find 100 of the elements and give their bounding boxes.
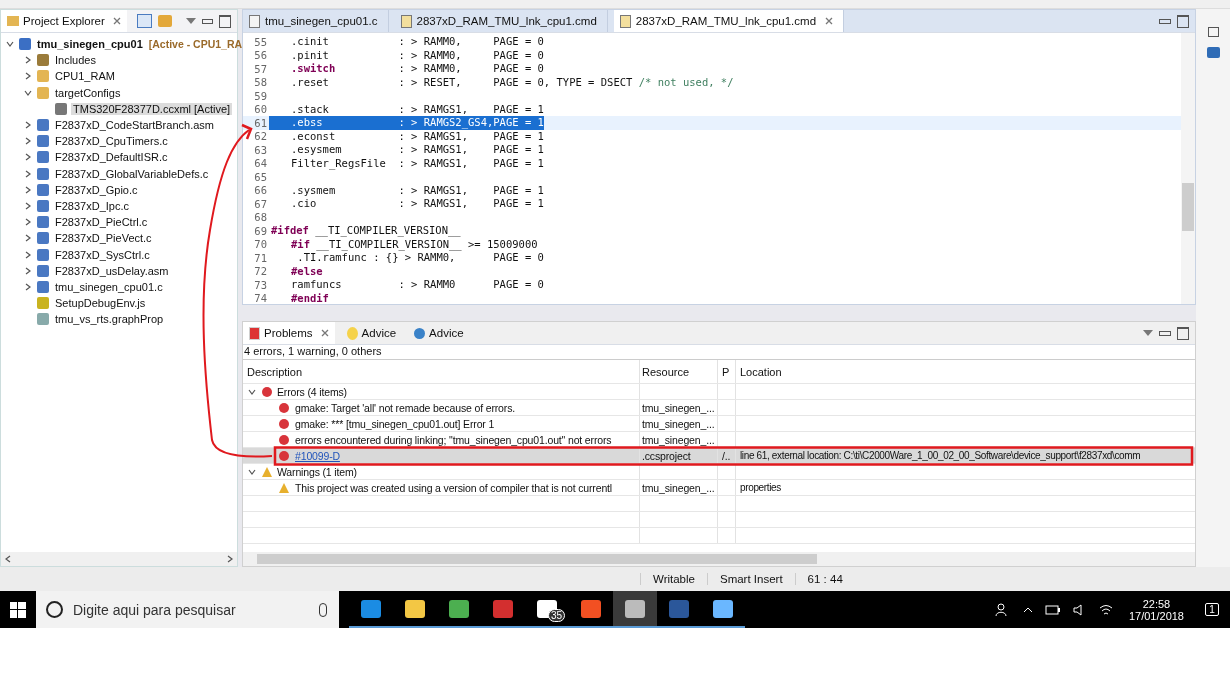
clock-date[interactable]: 17/01/2018 [1128, 609, 1184, 622]
close-icon[interactable] [112, 17, 121, 25]
code-line: .esysmem : > RAMGS1, PAGE = 1 [290, 143, 544, 157]
tree-item[interactable]: Includes [53, 54, 98, 67]
chevron-icon[interactable] [23, 56, 33, 65]
tree-item[interactable]: F2837xD_SysCtrl.c [53, 248, 152, 261]
warning-icon [262, 466, 272, 477]
chevron-icon[interactable] [23, 201, 33, 210]
error-icon [279, 418, 289, 429]
code-line: .switch : > RAMM0, PAGE = 0 [290, 62, 544, 76]
code-line: .sysmem : > RAMGS1, PAGE = 1 [290, 183, 544, 197]
status-field: 61 : 44 [794, 573, 855, 585]
chevron-icon[interactable] [23, 250, 33, 259]
close-icon[interactable] [825, 17, 834, 25]
error-icon [262, 386, 272, 397]
line-number: 58 [253, 76, 268, 89]
line-number: 56 [253, 49, 268, 62]
chevron-icon[interactable] [23, 153, 33, 162]
chevron-icon[interactable] [23, 185, 33, 194]
tree-item[interactable]: F2837xD_PieCtrl.c [53, 216, 150, 229]
tree-item[interactable]: tmu_sinegen_cpu01 [35, 38, 145, 51]
view-menu-icon[interactable] [185, 18, 196, 24]
code-line: .TI.ramfunc : {} > RAMM0, PAGE = 0 [296, 251, 544, 265]
tree-item[interactable]: F2837xD_Ipc.c [53, 199, 131, 212]
error-icon [279, 434, 289, 445]
view-tab[interactable]: Problems [243, 322, 335, 344]
column-header[interactable]: Resource [640, 360, 718, 383]
line-number: 72 [253, 265, 268, 278]
line-number: 71 [253, 251, 268, 264]
line-number: 65 [253, 170, 268, 183]
maximize-icon[interactable] [1177, 326, 1189, 340]
notification-button[interactable]: 1 [1194, 603, 1230, 616]
tree-item[interactable]: tmu_sinegen_cpu01.c [53, 280, 165, 293]
problem-link[interactable]: #10099-D [295, 449, 340, 462]
view-menu-icon[interactable] [1143, 330, 1153, 336]
chevron-icon[interactable] [247, 387, 257, 396]
chevron-icon[interactable] [23, 218, 33, 227]
code-line: .cio : > RAMGS1, PAGE = 1 [290, 197, 544, 211]
minimize-icon[interactable] [1159, 330, 1171, 336]
problem-resource: tmu_sinegen_... [642, 417, 715, 430]
status-field: Writable [640, 573, 707, 585]
clock-time[interactable]: 22:58 [1142, 597, 1171, 610]
problem-description: gmake: Target 'all' not remade because of errors. [295, 401, 515, 414]
tree-item[interactable]: SetupDebugEnv.js [53, 297, 148, 310]
vertical-scrollbar[interactable] [1181, 33, 1195, 304]
scroll-left-icon[interactable] [5, 555, 11, 563]
column-header[interactable]: P [718, 360, 736, 383]
view-tab[interactable]: Advice [340, 322, 403, 344]
maximize-icon[interactable] [219, 14, 231, 28]
column-header[interactable]: Location [736, 360, 1195, 383]
view-tab[interactable]: Advice [408, 322, 470, 344]
line-number: 63 [253, 143, 268, 156]
editor-tab[interactable]: 2837xD_RAM_TMU_lnk_cpu1.cmd [394, 10, 608, 32]
tree-item[interactable]: TMS320F28377D.ccxml [Active] [71, 102, 233, 115]
tree-item[interactable]: CPU1_RAM [53, 70, 117, 83]
maximize-icon[interactable] [1177, 14, 1189, 28]
chevron-icon[interactable] [23, 266, 33, 275]
line-number: 68 [253, 211, 268, 224]
tree-item[interactable]: F2837xD_PieVect.c [53, 232, 154, 245]
restore-icon[interactable] [1207, 27, 1219, 37]
horizontal-scrollbar[interactable] [1, 552, 237, 566]
search-input[interactable]: Digite aqui para pesquisar [71, 600, 311, 619]
group-label: Errors (4 items) [277, 385, 347, 398]
column-header[interactable]: Description [243, 360, 640, 383]
close-icon[interactable] [320, 329, 329, 337]
tree-item[interactable]: targetConfigs [53, 86, 123, 99]
tree-item[interactable]: F2837xD_CodeStartBranch.asm [53, 119, 216, 132]
code-line: #if __TI_COMPILER_VERSION__ >= 15009000 [290, 237, 538, 251]
tree-item[interactable]: F2837xD_usDelay.asm [53, 264, 171, 277]
tree-item[interactable]: F2837xD_CpuTimers.c [53, 135, 170, 148]
problem-resource: tmu_sinegen_... [642, 401, 715, 414]
line-number: 55 [253, 35, 268, 48]
search-field[interactable]: Digite aqui para pesquisar [36, 591, 339, 628]
tree-item[interactable]: F2837xD_Gpio.c [53, 183, 140, 196]
chevron-icon[interactable] [23, 169, 33, 178]
chevron-icon[interactable] [5, 40, 15, 49]
tree-item[interactable]: F2837xD_DefaultISR.c [53, 151, 170, 164]
chevron-icon[interactable] [23, 88, 33, 97]
chevron-icon[interactable] [247, 467, 257, 476]
tree-item[interactable]: F2837xD_GlobalVariableDefs.c [53, 167, 211, 180]
editor-tab[interactable]: tmu_sinegen_cpu01.c [243, 10, 389, 32]
minimize-icon[interactable] [1159, 18, 1171, 24]
problem-location: line 61, external location: C:\ti\C2000Ware_1_00_02_00_Software\device_support\f2837xd\comm [740, 450, 1141, 461]
editor-tab[interactable]: 2837xD_RAM_TMU_lnk_cpu1.cmd [613, 10, 845, 32]
explorer-tab[interactable]: Project Explorer [1, 10, 127, 32]
tree-item[interactable]: tmu_vs_rts.graphProp [53, 313, 166, 326]
code-line: #ifdef __TI_COMPILER_VERSION__ [270, 224, 461, 238]
status-field: Smart Insert [706, 573, 795, 585]
minimize-icon[interactable] [201, 18, 214, 24]
chevron-icon[interactable] [23, 234, 33, 243]
chevron-icon[interactable] [23, 121, 33, 130]
chevron-icon[interactable] [23, 282, 33, 291]
scroll-right-icon[interactable] [227, 555, 233, 563]
horizontal-scrollbar[interactable] [243, 552, 1195, 566]
line-number: 62 [253, 130, 268, 143]
line-number: 66 [253, 184, 268, 197]
line-number: 67 [253, 197, 268, 210]
problems-summary: 4 errors, 1 warning, 0 others [243, 345, 1195, 360]
chevron-icon[interactable] [23, 137, 33, 146]
chevron-icon[interactable] [23, 72, 33, 81]
